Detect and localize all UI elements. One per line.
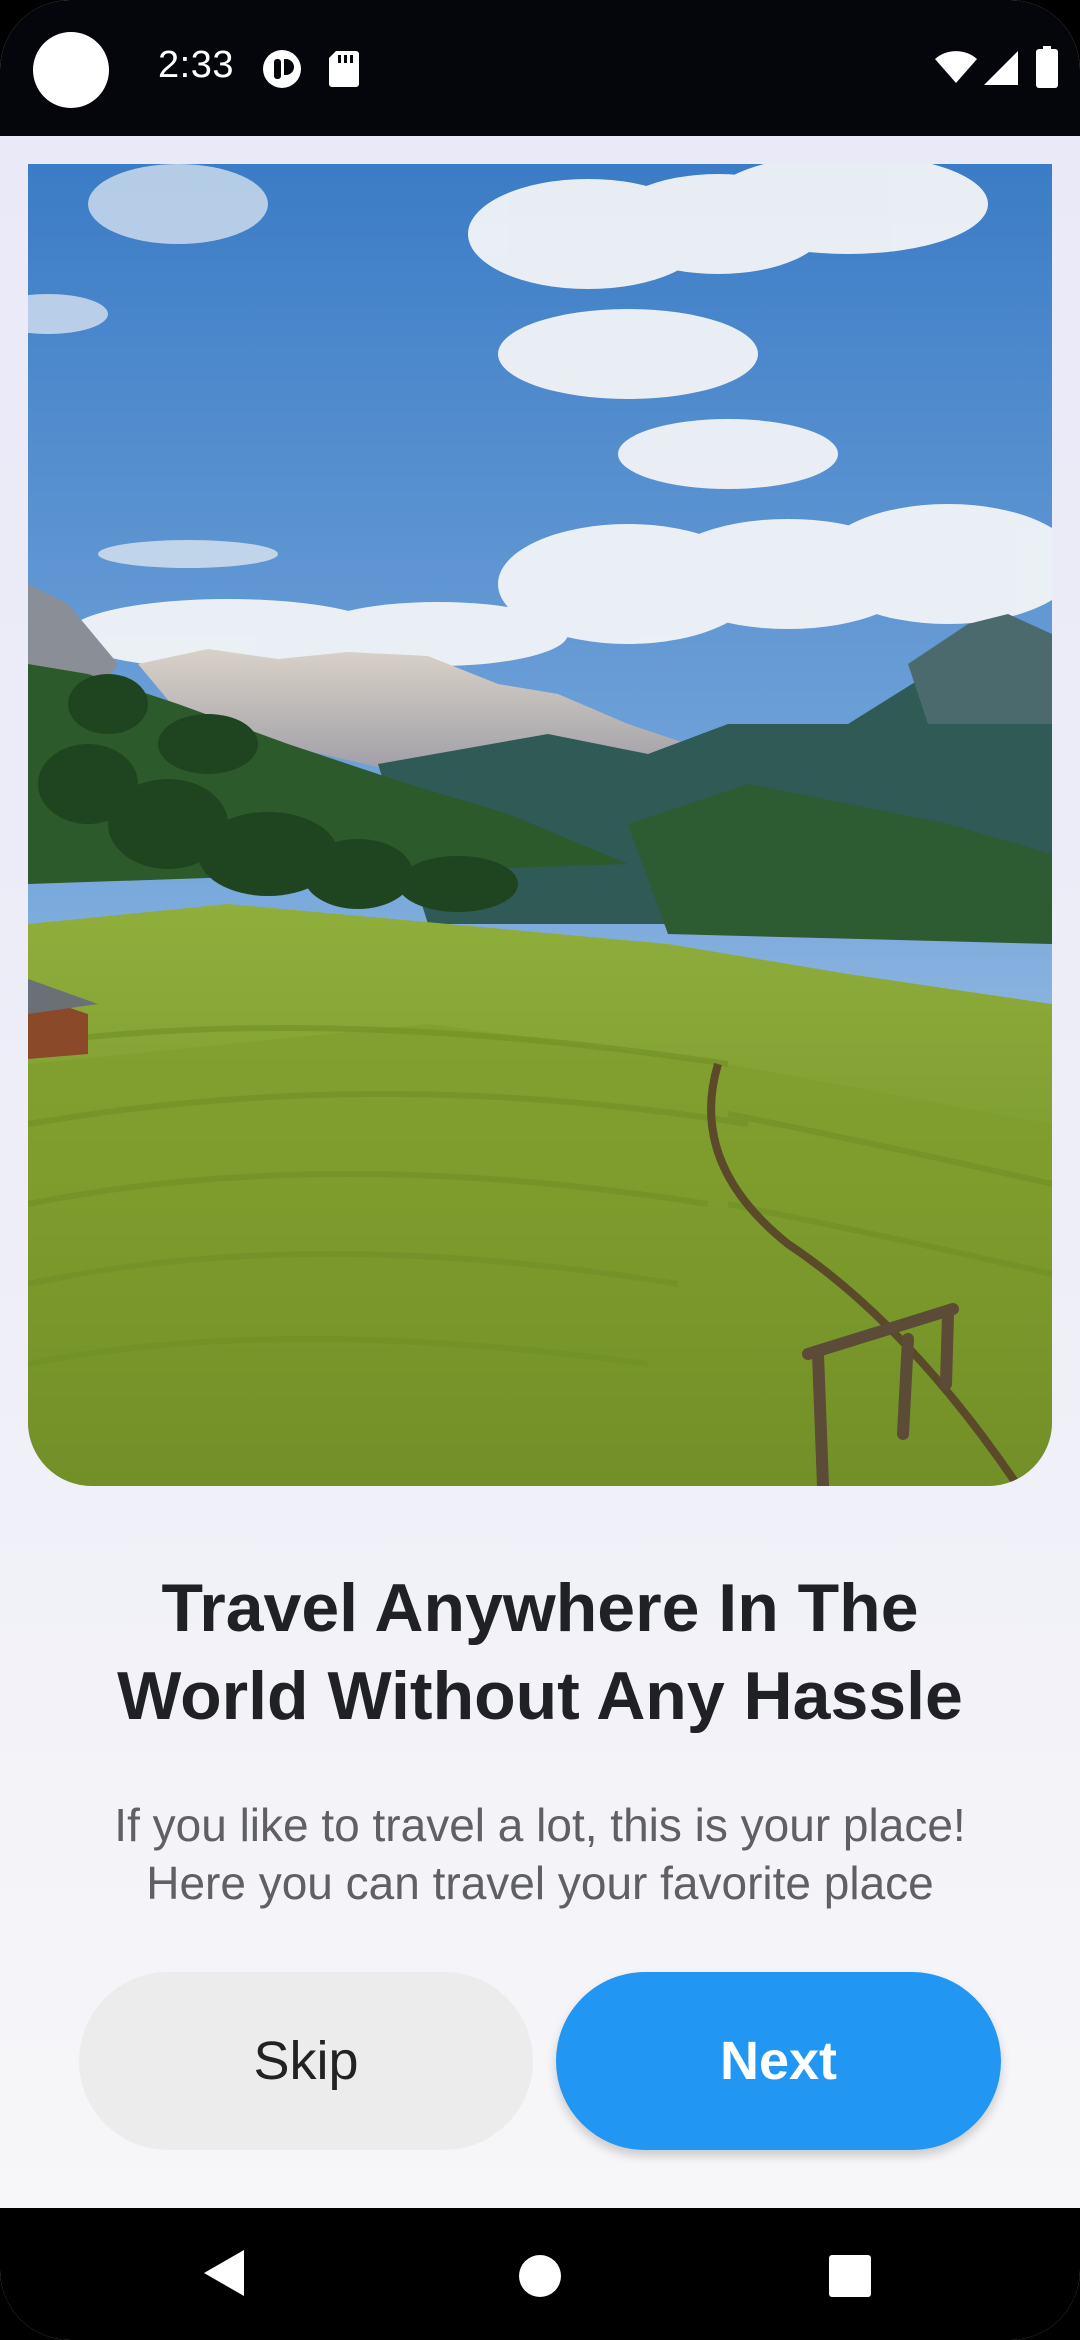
sd-card-icon	[329, 51, 359, 87]
home-icon[interactable]	[518, 2254, 562, 2298]
skip-button[interactable]: Skip	[79, 1972, 533, 2150]
cell-signal-icon	[984, 51, 1018, 85]
onboarding-description: If you like to travel a lot, this is you…	[114, 1799, 966, 1909]
recents-icon[interactable]	[828, 2254, 872, 2298]
navigation-bar	[0, 2208, 1080, 2340]
notification-icon	[263, 50, 301, 88]
onboarding-title: Travel Anywhere In The World Without Any…	[117, 1570, 963, 1734]
battery-icon	[1036, 46, 1058, 88]
landscape-illustration	[28, 164, 1052, 1486]
status-time: 2:33	[158, 44, 234, 86]
wifi-icon	[935, 51, 977, 83]
camera-cutout	[33, 32, 109, 108]
back-icon[interactable]	[202, 2248, 246, 2298]
onboarding-screen: Travel Anywhere In The World Without Any…	[0, 136, 1080, 2208]
phone-screen: 2:33 Travel Anywhere In The World Withou…	[0, 0, 1080, 2340]
hero-image	[28, 164, 1052, 1486]
status-bar: 2:33	[0, 0, 1080, 136]
next-button[interactable]: Next	[556, 1972, 1001, 2150]
